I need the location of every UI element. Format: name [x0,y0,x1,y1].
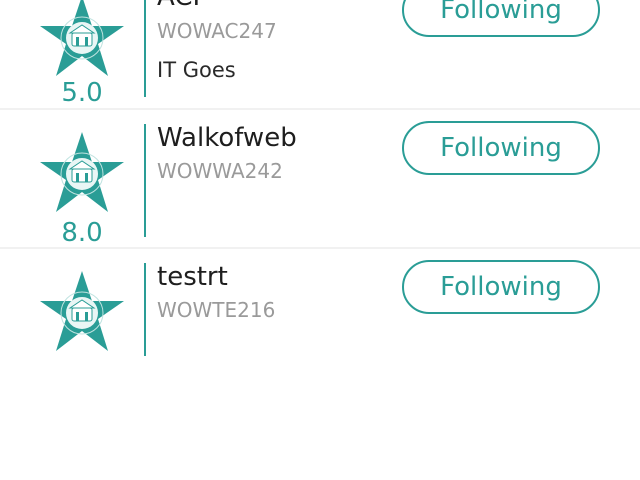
following-list: 5.0 ACP WOWAC247 IT Goes Following 8.0 W… [0,0,640,480]
item-name: testrt [157,262,228,292]
list-item[interactable]: 8.0 Walkofweb WOWWA242 Following [0,110,640,248]
star-badge-icon [40,271,124,351]
following-button[interactable]: Following [402,260,600,314]
separator-line [144,0,146,97]
list-item[interactable]: 5.0 ACP WOWAC247 IT Goes Following [0,0,640,108]
following-button[interactable]: Following [402,121,600,175]
star-badge-icon [40,132,124,212]
item-code: WOWAC247 [157,19,277,43]
item-code: WOWWA242 [157,159,283,183]
item-description: IT Goes [157,58,236,82]
rating-value: 5.0 [61,78,103,108]
separator-line [144,124,146,237]
item-code: WOWTE216 [157,298,276,322]
item-name: ACP [157,0,208,12]
rating-value: 8.0 [61,218,103,248]
list-item[interactable]: testrt WOWTE216 Following [0,249,640,387]
separator-line [144,263,146,356]
star-badge-icon [40,0,124,76]
item-name: Walkofweb [157,123,297,153]
following-button[interactable]: Following [402,0,600,37]
